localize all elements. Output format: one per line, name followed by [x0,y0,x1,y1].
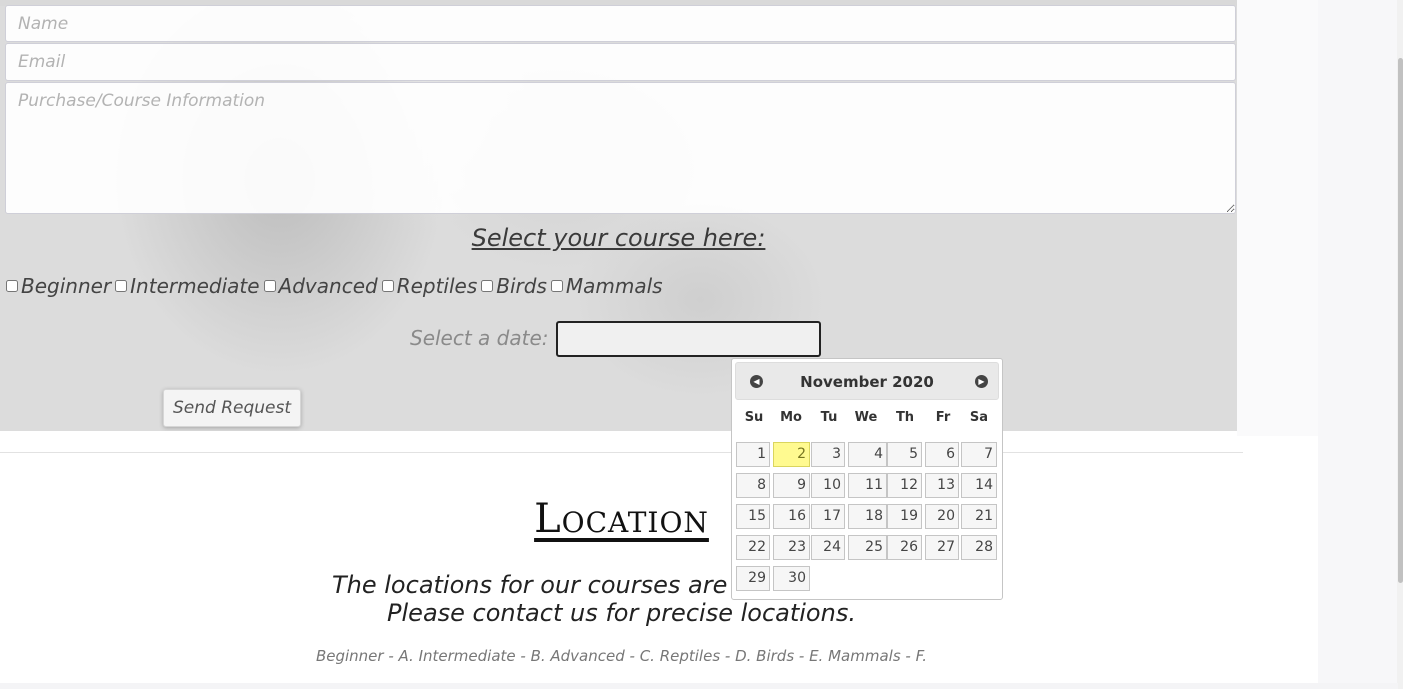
scrollbar-thumb[interactable] [1398,58,1403,583]
course-label: Beginner [21,274,112,298]
calendar-day[interactable]: 14 [961,473,997,498]
calendar-day[interactable]: 5 [887,442,922,467]
chevron-right-circle-icon[interactable]: ▶ [975,375,988,388]
calendar-day[interactable]: 26 [887,535,922,560]
calendar-day[interactable]: 9 [773,473,810,498]
course-option-beginner[interactable]: Beginner [5,274,111,298]
page-background [1237,0,1318,436]
email-field[interactable] [5,43,1236,81]
date-input[interactable] [556,321,821,357]
calendar-day[interactable]: 28 [961,535,997,560]
calendar-day[interactable]: 29 [736,566,770,591]
course-select-heading: Select your course here: [471,224,766,252]
course-label: Intermediate [130,274,260,298]
weekday-header: Tu [820,410,838,425]
reptiles-checkbox[interactable] [381,280,394,292]
calendar-day[interactable]: 3 [811,442,845,467]
calendar-day[interactable]: 27 [925,535,959,560]
calendar-day[interactable]: 16 [773,504,810,529]
course-info-textarea[interactable] [5,82,1236,214]
calendar-day[interactable]: 7 [961,442,997,467]
calendar-day[interactable]: 21 [961,504,997,529]
advanced-checkbox[interactable] [263,280,276,292]
weekday-header: Mo [780,410,802,425]
calendar-day[interactable]: 15 [736,504,770,529]
weekday-header: We [854,410,878,425]
course-option-mammals[interactable]: Mammals [550,274,663,298]
course-label: Advanced [278,274,378,298]
course-option-reptiles[interactable]: Reptiles [381,274,478,298]
calendar-day[interactable]: 24 [811,535,845,560]
weekday-header: Sa [969,410,989,425]
datepicker-month-title: November 2020 [800,373,934,391]
location-text-line2: Please contact us for precise locations. [387,599,856,627]
calendar-day[interactable]: 18 [848,504,887,529]
contact-form-section: Select your course here: Beginner Interm… [0,0,1237,431]
page-bottom-strip [0,683,1398,689]
calendar-day[interactable]: 1 [736,442,770,467]
mammals-checkbox[interactable] [550,280,563,292]
beginner-checkbox[interactable] [6,280,18,292]
calendar-day[interactable]: 10 [811,473,845,498]
calendar-day[interactable]: 17 [811,504,845,529]
calendar-day[interactable]: 30 [773,566,810,591]
course-option-advanced[interactable]: Advanced [263,274,378,298]
section-divider [0,452,1243,453]
course-option-intermediate[interactable]: Intermediate [114,274,260,298]
send-request-button[interactable]: Send Request [163,389,301,427]
course-label: Birds [496,274,547,298]
name-field[interactable] [5,5,1236,42]
course-checkbox-group: Beginner Intermediate Advanced Reptiles … [5,274,666,298]
course-label: Reptiles [396,274,478,298]
location-heading: Location [0,496,1243,542]
date-label: Select a date: [410,326,549,350]
intermediate-checkbox[interactable] [115,280,128,292]
calendar-day[interactable]: 23 [773,535,810,560]
datepicker-popup: ◀ November 2020 ▶ Su Mo Tu We Th Fr Sa 1 2 3 4 5 6 7 8… [731,358,1003,600]
calendar-day[interactable]: 20 [925,504,959,529]
calendar-day[interactable]: 8 [736,473,770,498]
calendar-day[interactable]: 13 [925,473,959,498]
calendar-day[interactable]: 4 [848,442,887,467]
calendar-day[interactable]: 22 [736,535,770,560]
course-label: Mammals [565,274,663,298]
datepicker-header: ◀ November 2020 ▶ [735,362,999,400]
page-background-right [1318,0,1398,689]
birds-checkbox[interactable] [481,280,494,292]
weekday-header: Su [744,410,764,425]
calendar-day[interactable]: 25 [848,535,887,560]
calendar-day[interactable]: 12 [887,473,922,498]
calendar-day[interactable]: 11 [848,473,887,498]
course-code-legend: Beginner - A. Intermediate - B. Advanced… [315,647,928,665]
location-text-line1: The locations for our courses are [332,571,728,599]
calendar-day[interactable]: 6 [925,442,959,467]
location-heading-text: Location [534,496,709,542]
weekday-header: Th [895,410,915,425]
calendar-day[interactable]: 19 [887,504,922,529]
calendar-day[interactable]: 2 [773,442,810,467]
course-option-birds[interactable]: Birds [480,274,547,298]
weekday-header: Fr [935,410,951,425]
